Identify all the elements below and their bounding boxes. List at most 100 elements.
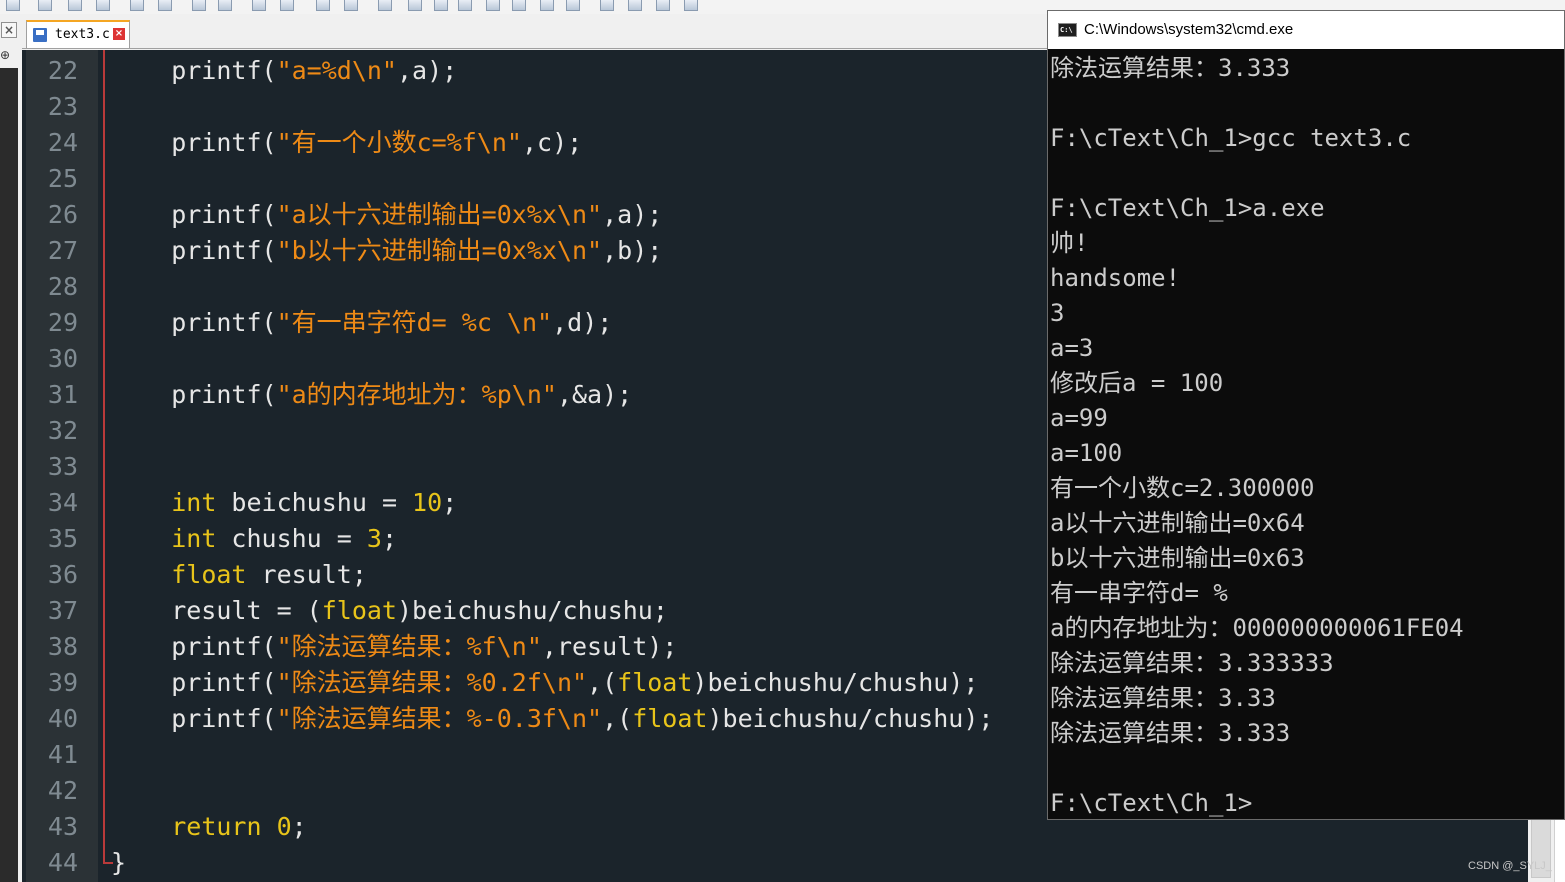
code-token: 3: [366, 524, 382, 553]
console-line: 帅!: [1050, 229, 1089, 257]
indent-guide-icon[interactable]: [408, 0, 422, 11]
cut-icon[interactable]: [38, 0, 52, 11]
line-number: 36: [47, 560, 78, 589]
cmd-app-icon[interactable]: C:\: [1058, 23, 1077, 37]
code-token: )beichushu/chushu;: [396, 596, 668, 625]
find-icon[interactable]: [192, 0, 206, 11]
line-number: 30: [47, 344, 78, 373]
console-line: 3: [1050, 299, 1065, 327]
code-text: return 0;: [111, 809, 307, 845]
code-token: printf(: [111, 200, 277, 229]
code-line[interactable]: 44}: [22, 845, 1542, 881]
code-text: printf("除法运算结果：%-0.3f\n",(float)beichush…: [111, 701, 993, 737]
print-icon[interactable]: [6, 0, 20, 11]
navigation-icon[interactable]: ⊕: [0, 48, 12, 62]
code-token: ,d);: [552, 308, 613, 337]
close-tab-icon[interactable]: ×: [113, 28, 125, 40]
line-number: 27: [47, 236, 78, 265]
play-icon[interactable]: [628, 0, 642, 11]
save-macro-icon[interactable]: [684, 0, 698, 11]
undo-icon[interactable]: [130, 0, 144, 11]
zoom-in-icon[interactable]: [252, 0, 266, 11]
doc-map-icon[interactable]: [458, 0, 472, 11]
code-token: result = (: [111, 596, 322, 625]
copy-icon[interactable]: [68, 0, 82, 11]
code-token: printf(: [111, 632, 277, 661]
sync-h-icon[interactable]: [344, 0, 358, 11]
monitor-icon[interactable]: [540, 0, 554, 11]
sync-v-icon[interactable]: [316, 0, 330, 11]
line-number: 23: [47, 92, 78, 121]
console-line: 修改后a = 100: [1050, 369, 1224, 397]
code-text: printf("a以十六进制输出=0x%x\n",a);: [111, 197, 662, 233]
tab-text3-c[interactable]: text3.c ×: [26, 20, 130, 48]
line-number: 39: [47, 668, 78, 697]
code-text: printf("有一串字符d= %c \n",d);: [111, 305, 612, 341]
left-side-strip: ⊕: [0, 48, 22, 882]
code-text: printf("b以十六进制输出=0x%x\n",b);: [111, 233, 662, 269]
code-text: int chushu = 3;: [111, 521, 397, 557]
console-line: F:\cText\Ch_1>gcc text3.c: [1050, 124, 1412, 152]
code-token: ,&a);: [556, 380, 633, 409]
code-token: float: [632, 704, 708, 733]
code-token: "b以十六进制输出=0x%x\n": [276, 236, 603, 265]
code-token: chushu =: [216, 524, 367, 553]
cmd-window[interactable]: C:\ C:\Windows\system32\cmd.exe 除法运算结果：3…: [1047, 10, 1565, 820]
line-number: 40: [47, 704, 78, 733]
line-number: 25: [47, 164, 78, 193]
code-token: "除法运算结果：%0.2f\n": [276, 668, 588, 697]
console-line: 除法运算结果：3.333: [1050, 54, 1291, 82]
cmd-console-output[interactable]: 除法运算结果：3.333 F:\cText\Ch_1>gcc text3.c F:\…: [1050, 49, 1562, 819]
watermark: CSDN @_SYLJ_: [1468, 860, 1552, 872]
play-multi-icon[interactable]: [656, 0, 670, 11]
code-token: ,b);: [602, 236, 663, 265]
stop-icon[interactable]: [600, 0, 614, 11]
line-number: 35: [47, 524, 78, 553]
line-number: 34: [47, 488, 78, 517]
code-token: ;: [442, 488, 458, 517]
console-line: a=99: [1050, 404, 1108, 432]
show-all-icon[interactable]: [434, 0, 448, 11]
zoom-out-icon[interactable]: [280, 0, 294, 11]
close-panel-icon[interactable]: ×: [1, 22, 17, 38]
console-line: F:\cText\Ch_1>a.exe: [1050, 194, 1325, 222]
code-token: printf(: [111, 128, 277, 157]
line-number: 32: [47, 416, 78, 445]
wrap-icon[interactable]: [378, 0, 392, 11]
code-text: printf("除法运算结果：%0.2f\n",(float)beichushu…: [111, 665, 978, 701]
code-token: ,(: [602, 704, 633, 733]
line-number: 28: [47, 272, 78, 301]
cmd-window-title: C:\Windows\system32\cmd.exe: [1084, 21, 1294, 38]
paste-icon[interactable]: [96, 0, 110, 11]
function-list-icon[interactable]: [486, 0, 500, 11]
replace-icon[interactable]: [218, 0, 232, 11]
code-token: return: [171, 812, 262, 841]
console-line: a以十六进制输出=0x64: [1050, 509, 1305, 537]
line-number: 29: [47, 308, 78, 337]
line-number: 43: [47, 812, 78, 841]
code-token: ;: [381, 524, 398, 553]
line-number: 37: [47, 596, 78, 625]
code-token: "除法运算结果：%-0.3f\n": [276, 704, 603, 733]
console-line: 除法运算结果：3.33: [1050, 684, 1276, 712]
code-text: printf("a=%d\n",a);: [111, 53, 457, 89]
folder-icon[interactable]: [512, 0, 526, 11]
console-line: 有一串字符d= %: [1050, 579, 1228, 607]
code-token: ;: [291, 812, 307, 841]
line-number: 33: [47, 452, 78, 481]
line-number: 24: [47, 128, 78, 157]
record-icon[interactable]: [566, 0, 580, 11]
line-number: 42: [47, 776, 78, 805]
code-token: float: [171, 560, 247, 589]
code-token: float: [321, 596, 397, 625]
redo-icon[interactable]: [158, 0, 172, 11]
code-token: printf(: [111, 704, 277, 733]
console-line: 有一个小数c=2.300000: [1050, 474, 1315, 502]
cmd-titlebar[interactable]: C:\ C:\Windows\system32\cmd.exe: [1048, 11, 1564, 49]
